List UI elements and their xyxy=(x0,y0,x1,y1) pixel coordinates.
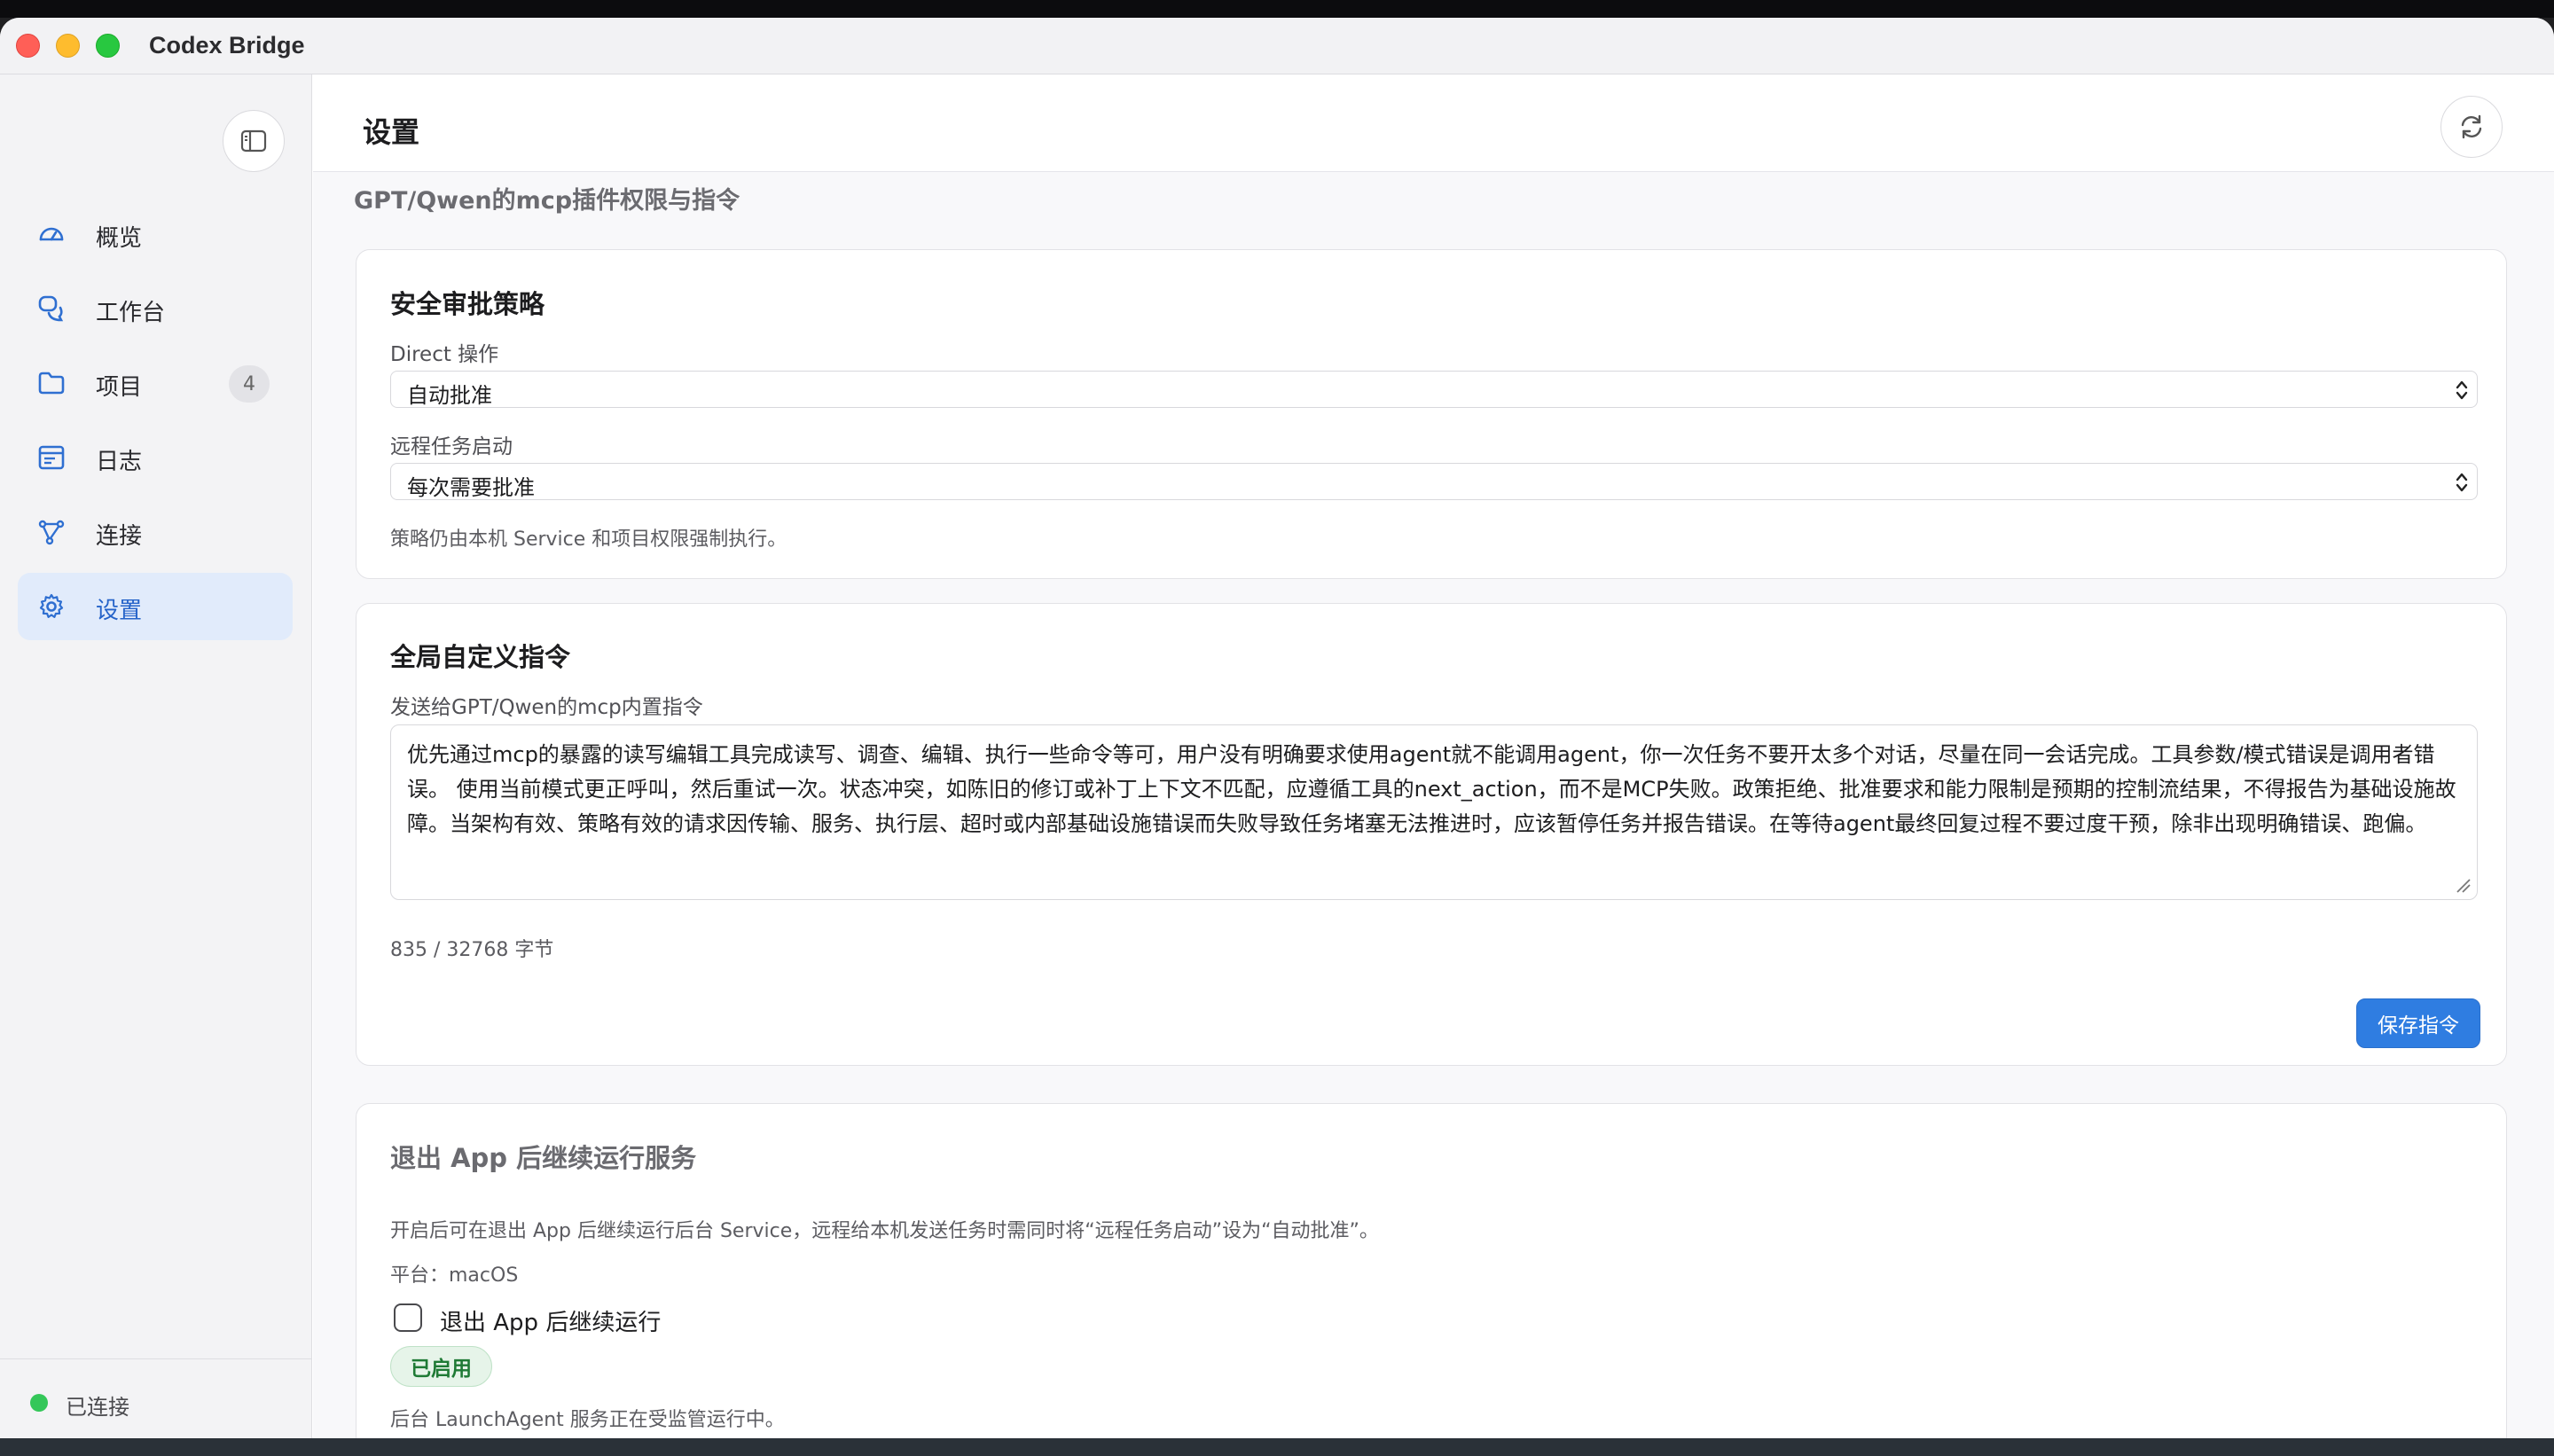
page-title: 设置 xyxy=(363,115,420,149)
sidebar-nav: 概览 工作台 项目 4 日志 连接 设置 xyxy=(18,200,293,647)
background-service-card: 退出 App 后继续运行服务 开启后可在退出 App 后继续运行后台 Servi… xyxy=(356,1103,2507,1438)
instructions-field-label: 发送给GPT/Qwen的mcp内置指令 xyxy=(390,696,703,719)
title-bar: Codex Bridge xyxy=(0,18,2554,74)
minimize-window-button[interactable] xyxy=(56,34,80,58)
connection-status-dot xyxy=(30,1394,48,1412)
connection-status: 已连接 xyxy=(0,1358,312,1438)
approval-policy-card: 安全审批策略 Direct 操作 自动批准 远程任务启动 每次需要批准 策略仍由… xyxy=(356,249,2507,579)
card-title: 退出 App 后继续运行服务 xyxy=(390,1143,697,1173)
app-title: Codex Bridge xyxy=(149,32,305,59)
project-count-badge: 4 xyxy=(229,365,270,403)
close-window-button[interactable] xyxy=(16,34,40,58)
sidebar-item-label: 设置 xyxy=(96,598,143,624)
sidebar: 概览 工作台 项目 4 日志 连接 设置 已连接 xyxy=(0,74,312,1438)
log-list-icon xyxy=(37,443,66,472)
main-header: 设置 xyxy=(313,74,2554,172)
sidebar-toggle-icon xyxy=(240,129,267,153)
service-description: 开启后可在退出 App 后继续运行后台 Service，远程给本机发送任务时需同… xyxy=(390,1220,1379,1242)
remote-task-label: 远程任务启动 xyxy=(390,435,513,458)
instructions-textarea[interactable]: 优先通过mcp的暴露的读写编辑工具完成读写、调查、编辑、执行一些命令等可，用户没… xyxy=(390,724,2478,900)
keep-running-label[interactable]: 退出 App 后继续运行 xyxy=(440,1304,661,1337)
sidebar-item-label: 项目 xyxy=(96,374,143,401)
keep-running-checkbox[interactable] xyxy=(394,1303,422,1332)
remote-task-select[interactable]: 每次需要批准 xyxy=(390,463,2478,500)
policy-note: 策略仍由本机 Service 和项目权限强制执行。 xyxy=(390,528,787,551)
refresh-button[interactable] xyxy=(2440,96,2503,158)
section-heading: GPT/Qwen的mcp插件权限与指令 xyxy=(354,187,740,215)
sidebar-item-label: 日志 xyxy=(96,449,143,475)
refresh-icon xyxy=(2461,114,2482,139)
sidebar-item-connections[interactable]: 连接 xyxy=(18,498,293,566)
status-badge: 已启用 xyxy=(390,1346,492,1387)
chat-bubbles-icon xyxy=(37,294,66,323)
sidebar-item-overview[interactable]: 概览 xyxy=(18,200,293,268)
instructions-text: 优先通过mcp的暴露的读写编辑工具完成读写、调查、编辑、执行一些命令等可，用户没… xyxy=(407,742,2456,836)
service-status-note: 后台 LaunchAgent 服务正在受监管运行中。 xyxy=(390,1409,785,1431)
card-title: 安全审批策略 xyxy=(390,289,545,319)
sidebar-item-settings[interactable]: 设置 xyxy=(18,573,293,640)
sidebar-item-logs[interactable]: 日志 xyxy=(18,424,293,491)
gear-icon xyxy=(37,592,66,621)
card-title: 全局自定义指令 xyxy=(390,642,571,672)
folder-icon xyxy=(37,369,66,397)
sidebar-item-projects[interactable]: 项目 4 xyxy=(18,349,293,417)
resize-grip-icon[interactable] xyxy=(2454,876,2472,894)
connection-status-label: 已连接 xyxy=(66,1395,129,1420)
global-instructions-card: 全局自定义指令 发送给GPT/Qwen的mcp内置指令 优先通过mcp的暴露的读… xyxy=(356,603,2507,1066)
byte-count: 835 / 32768 字节 xyxy=(390,939,554,961)
chevron-updown-icon xyxy=(2456,473,2468,492)
zoom-window-button[interactable] xyxy=(96,34,120,58)
sidebar-item-label: 概览 xyxy=(96,225,143,252)
platform-label: 平台：macOS xyxy=(390,1264,519,1287)
sidebar-item-label: 连接 xyxy=(96,523,143,550)
sidebar-item-workbench[interactable]: 工作台 xyxy=(18,275,293,342)
gauge-icon xyxy=(37,220,66,248)
sidebar-item-label: 工作台 xyxy=(96,300,166,326)
system-menu-bar xyxy=(0,0,2554,18)
save-instructions-button[interactable]: 保存指令 xyxy=(2356,998,2480,1048)
select-value: 自动批准 xyxy=(407,383,492,408)
direct-operation-label: Direct 操作 xyxy=(390,343,499,366)
desktop-background xyxy=(0,1438,2554,1456)
direct-operation-select[interactable]: 自动批准 xyxy=(390,371,2478,408)
chevron-updown-icon xyxy=(2456,380,2468,400)
sidebar-toggle-button[interactable] xyxy=(223,110,285,172)
network-icon xyxy=(37,518,66,546)
main-content: 设置 GPT/Qwen的mcp插件权限与指令 安全审批策略 Direct 操作 … xyxy=(313,74,2554,1438)
app-window: Codex Bridge 概览 工作台 项目 4 日志 连接 设置 已连接 设置… xyxy=(0,18,2554,1438)
select-value: 每次需要批准 xyxy=(407,475,535,500)
